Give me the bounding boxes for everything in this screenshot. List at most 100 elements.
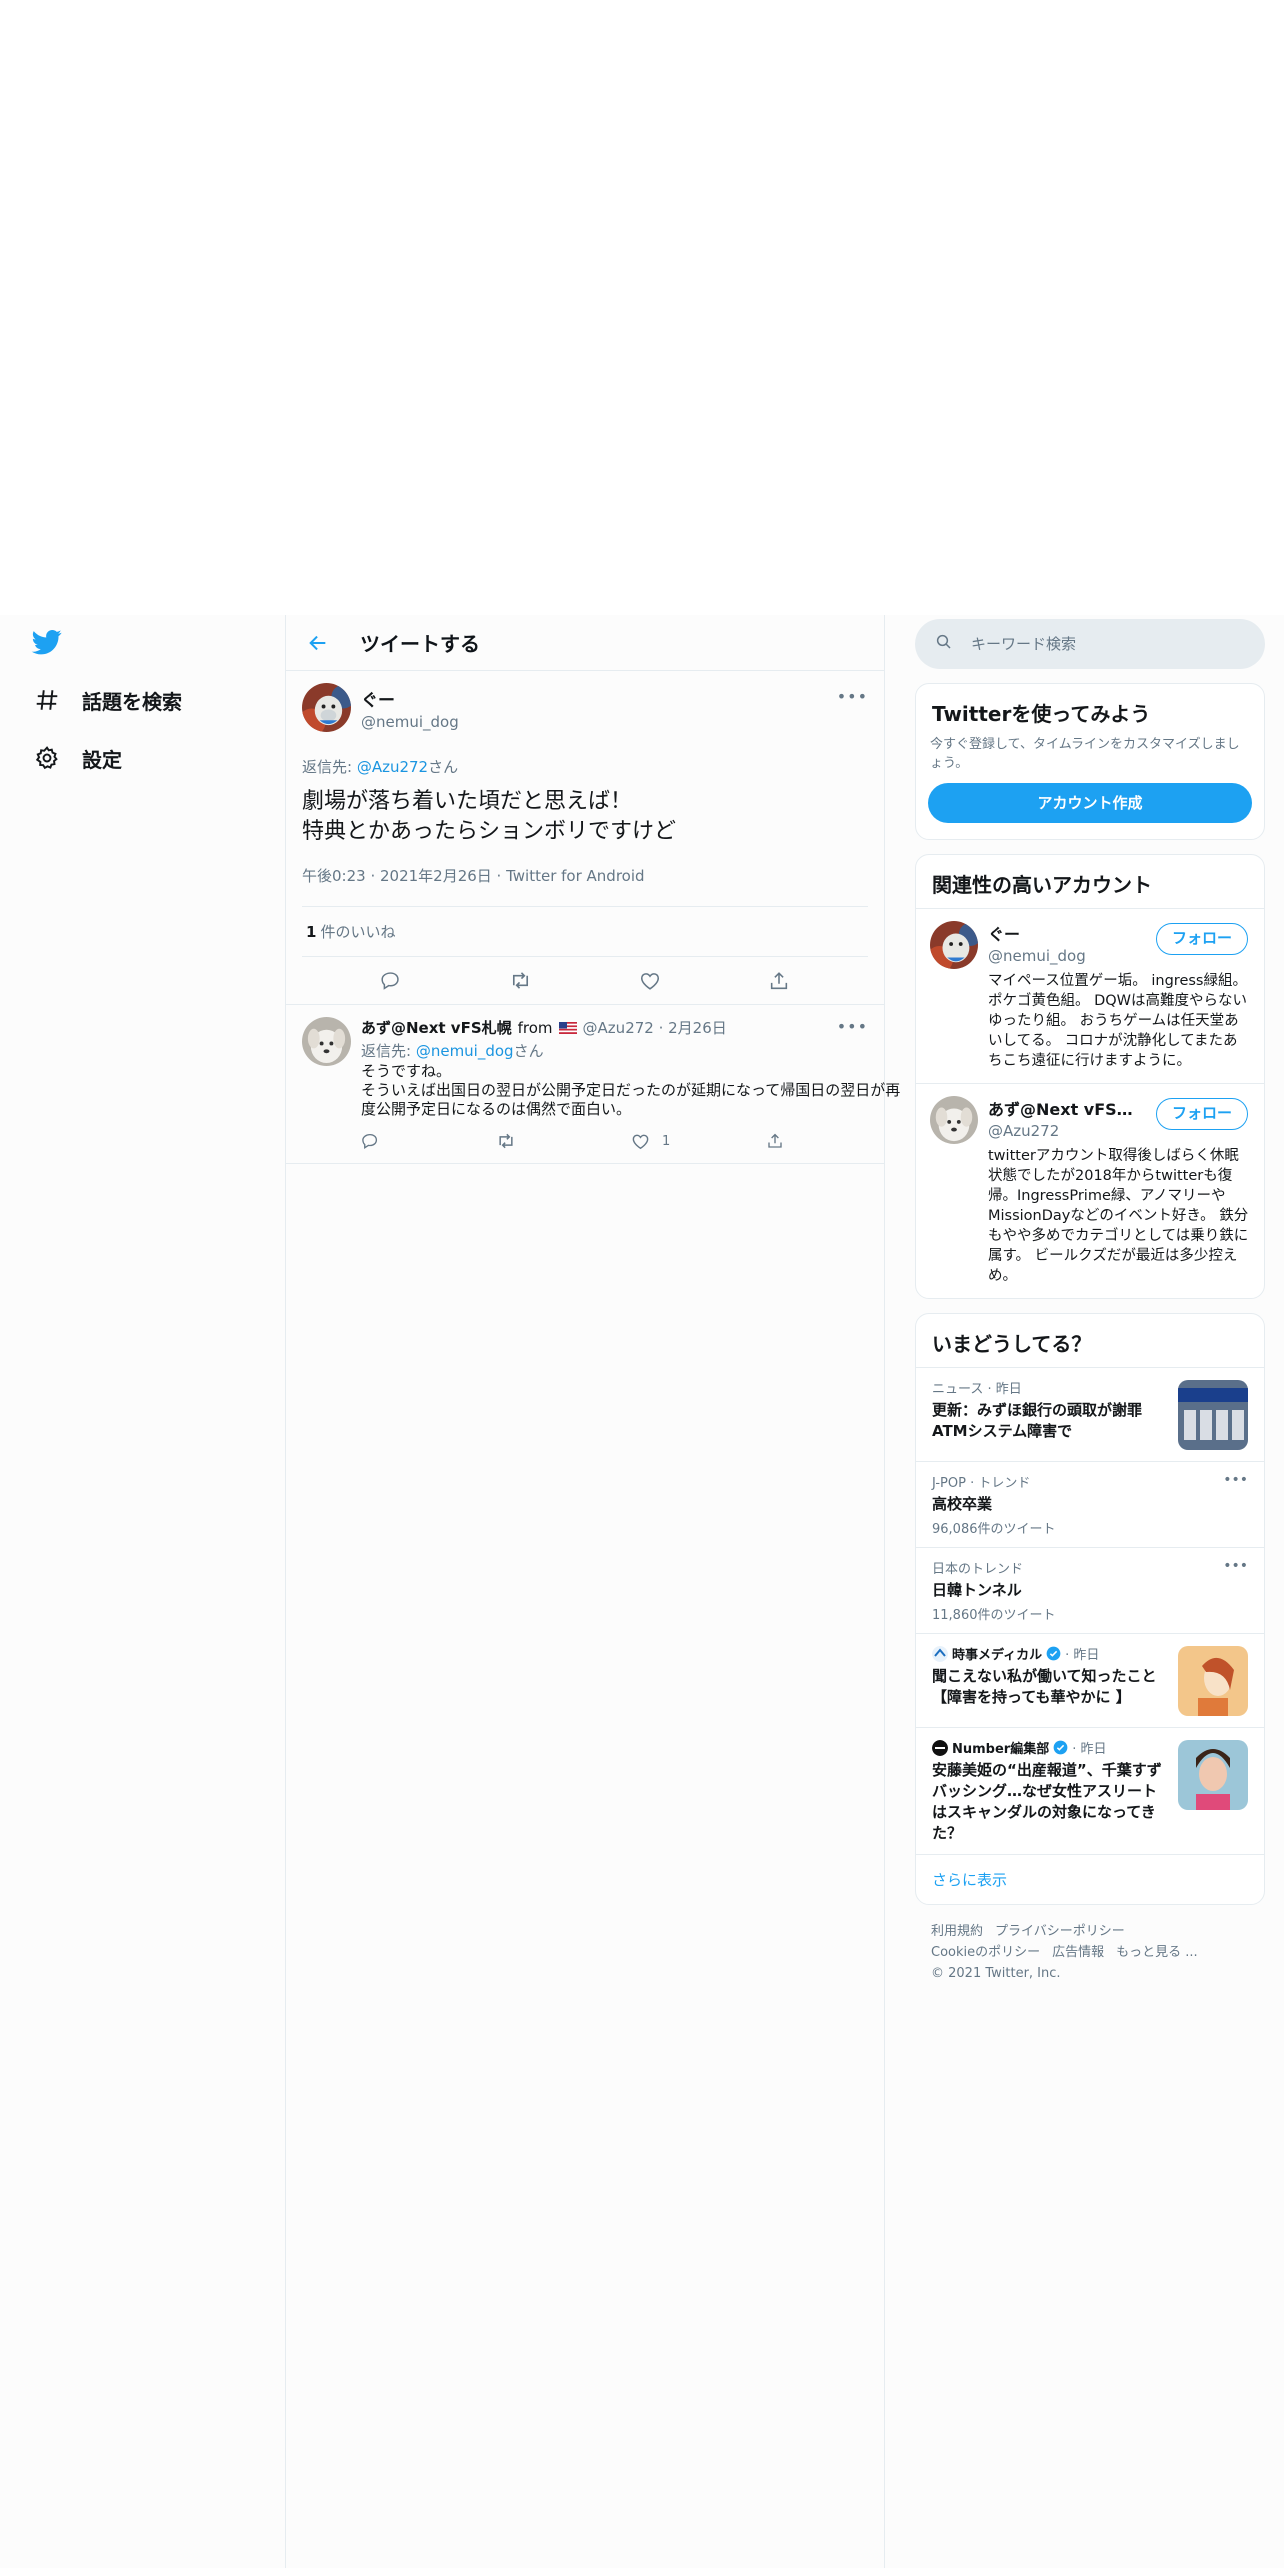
nav-explore-label: 話題を検索 <box>82 689 182 714</box>
footer-link-ads[interactable]: 広告情報 <box>1052 1945 1104 1960</box>
trend-item[interactable]: J-POP · トレンド 高校卒業 96,086件のツイート ••• <box>916 1461 1264 1547</box>
source-name: Number編集部 <box>952 1742 1050 1757</box>
reply-icon[interactable] <box>375 965 407 997</box>
search-box[interactable] <box>915 619 1265 669</box>
hashtag-icon <box>30 683 64 717</box>
back-arrow-icon[interactable] <box>304 629 332 657</box>
trends-title: いまどうしてる？ <box>932 1332 1092 1356</box>
signup-desc: 今すぐ登録して、タイムラインをカスタマイズしましょう。 <box>930 737 1240 771</box>
source-time: · 昨日 <box>1072 1742 1107 1757</box>
trend-meta: J-POP · トレンド <box>932 1476 1031 1491</box>
more-options-icon[interactable]: ••• <box>1223 1558 1248 1574</box>
trend-title: 日韓トンネル <box>932 1581 1022 1599</box>
us-flag-icon <box>558 1021 577 1034</box>
like-icon[interactable] <box>634 965 666 997</box>
reply-icon[interactable] <box>361 1132 496 1150</box>
account-item[interactable]: あず@Next vFS札幌... @Azu272 twitterアカウント取得後… <box>916 1083 1264 1298</box>
reply-to-line: 返信先: @Azu272さん <box>302 756 868 777</box>
more-options-icon[interactable]: ••• <box>1223 1472 1248 1488</box>
share-icon[interactable] <box>766 1132 901 1150</box>
related-title: 関連性の高いアカウント <box>932 873 1152 897</box>
source-time: · 昨日 <box>1065 1648 1100 1663</box>
avatar[interactable] <box>930 921 978 969</box>
like-count: 1 <box>662 1133 671 1149</box>
related-accounts-card: 関連性の高いアカウント ぐー @nemui_dog マイペース位置ゲー垢。 in… <box>915 854 1265 1299</box>
reply-to-prefix: 返信先: <box>361 1042 416 1060</box>
twitter-logo-icon[interactable] <box>30 627 64 657</box>
author-handle[interactable]: @nemui_dog <box>361 713 459 731</box>
footer-link-terms[interactable]: 利用規約 <box>931 1924 983 1939</box>
trend-title: 高校卒業 <box>932 1495 993 1513</box>
avatar[interactable] <box>302 1017 351 1066</box>
account-item[interactable]: ぐー @nemui_dog マイペース位置ゲー垢。 ingress緑組。ポケゴ黄… <box>916 908 1264 1083</box>
account-name[interactable]: ぐー <box>988 921 1138 945</box>
trend-count: 11,860件のツイート <box>932 1608 1056 1623</box>
show-more-link[interactable]: さらに表示 <box>916 1854 1264 1904</box>
reply-author-name[interactable]: あず@Next vFS札幌 <box>361 1017 512 1038</box>
more-options-icon[interactable]: ••• <box>837 687 868 706</box>
nav-settings-label: 設定 <box>82 747 122 772</box>
trend-item[interactable]: 日本のトレンド 日韓トンネル 11,860件のツイート ••• <box>916 1547 1264 1633</box>
news-thumbnail <box>1178 1646 1248 1716</box>
trend-count: 96,086件のツイート <box>932 1522 1056 1537</box>
search-icon <box>935 633 953 655</box>
nav-explore[interactable]: 話題を検索 <box>30 675 182 725</box>
signup-title: Twitterを使ってみよう <box>932 702 1151 726</box>
source-name: 時事メディカル <box>952 1648 1043 1663</box>
verified-badge-icon <box>1046 1646 1061 1661</box>
avatar[interactable] <box>930 1096 978 1144</box>
account-bio: マイペース位置ゲー垢。 ingress緑組。ポケゴ黄色組。 DQWは高難度やらな… <box>988 973 1248 1069</box>
reply-text: そうですね。 そういえば出国日の翌日が公開予定日だったのが延期になって帰国日の翌… <box>361 1062 901 1118</box>
account-name[interactable]: あず@Next vFS札幌... <box>988 1096 1138 1120</box>
footer: 利用規約 プライバシーポリシー Cookieのポリシー 広告情報 もっと見る ... … <box>915 1905 1265 2000</box>
source-logo-icon <box>932 1739 948 1756</box>
follow-button[interactable]: フォロー <box>1156 1098 1248 1130</box>
create-account-button[interactable]: アカウント作成 <box>928 783 1252 823</box>
reply-tweet[interactable]: あず@Next vFS札幌 from @Azu272 · 2月26日 返信先: … <box>286 1005 900 1164</box>
like-icon[interactable]: 1 <box>631 1132 766 1151</box>
verified-badge-icon <box>1053 1740 1068 1755</box>
retweet-icon[interactable] <box>496 1131 631 1151</box>
likes-label: 件のいいね <box>320 923 396 941</box>
tweet-meta[interactable]: 午後0:23 · 2021年2月26日 · Twitter for Androi… <box>302 865 868 907</box>
account-bio: twitterアカウント取得後しばらく休眠状態でしたが2018年からtwitte… <box>988 1148 1249 1284</box>
trend-item[interactable]: 時事メディカル · 昨日 聞こえない私が働いて知ったこと【障害を持っても華やかに… <box>916 1633 1264 1727</box>
reply-handle-date[interactable]: @Azu272 · 2月26日 <box>583 1017 727 1038</box>
main-tweet: ぐー @nemui_dog ••• 返信先: @Azu272さん 劇場が落ち着い… <box>286 671 884 957</box>
likes-number: 1 <box>306 923 317 941</box>
reply-to-suffix: さん <box>513 1042 544 1060</box>
footer-link-cookies[interactable]: Cookieのポリシー <box>931 1945 1040 1960</box>
news-thumbnail <box>1178 1380 1248 1450</box>
search-input[interactable] <box>971 635 1231 653</box>
reply-to-link[interactable]: @Azu272 <box>357 758 428 776</box>
trend-title: 安藤美姫の“出産報道”、千葉すずバッシング…なぜ女性アスリートはスキャンダルの対… <box>932 1761 1162 1842</box>
reply-from: from <box>517 1018 553 1037</box>
footer-link-privacy[interactable]: プライバシーポリシー <box>995 1924 1125 1939</box>
author-name[interactable]: ぐー <box>361 686 459 711</box>
follow-button[interactable]: フォロー <box>1156 923 1248 955</box>
right-sidebar: Twitterを使ってみよう 今すぐ登録して、タイムラインをカスタマイズしましょ… <box>915 615 1265 2000</box>
reply-to-link[interactable]: @nemui_dog <box>416 1042 514 1060</box>
trend-meta: 日本のトレンド <box>932 1562 1024 1577</box>
likes-count[interactable]: 1 件のいいね <box>302 907 868 957</box>
trend-item[interactable]: Number編集部 · 昨日 安藤美姫の“出産報道”、千葉すずバッシング…なぜ女… <box>916 1727 1264 1854</box>
retweet-icon[interactable] <box>504 965 536 997</box>
reply-to-line: 返信先: @nemui_dogさん <box>361 1040 901 1061</box>
reply-actions: 1 <box>361 1129 901 1153</box>
trend-item[interactable]: ニュース · 昨日 更新：みずほ銀行の頭取が謝罪 ATMシステム障害で <box>916 1367 1264 1461</box>
signup-card: Twitterを使ってみよう 今すぐ登録して、タイムラインをカスタマイズしましょ… <box>915 683 1265 840</box>
avatar[interactable] <box>302 683 351 732</box>
source-logo-icon <box>932 1645 948 1662</box>
reply-to-prefix: 返信先: <box>302 758 357 776</box>
page-title: ツイートする <box>360 632 480 656</box>
left-nav: 話題を検索 設定 <box>0 615 285 2568</box>
footer-link-more[interactable]: もっと見る ... <box>1116 1945 1198 1960</box>
main-column: ツイートする ぐー @nemui_dog ••• 返信先: @Azu272さん … <box>285 615 900 2568</box>
reply-header: あず@Next vFS札幌 from @Azu272 · 2月26日 <box>361 1017 901 1038</box>
tweet-actions <box>286 957 884 1005</box>
gear-icon <box>30 741 64 775</box>
more-options-icon[interactable]: ••• <box>837 1017 868 1036</box>
share-icon[interactable] <box>763 965 795 997</box>
nav-settings[interactable]: 設定 <box>30 733 122 783</box>
trends-card: いまどうしてる？ ニュース · 昨日 更新：みずほ銀行の頭取が謝罪 ATMシステ… <box>915 1313 1265 1905</box>
